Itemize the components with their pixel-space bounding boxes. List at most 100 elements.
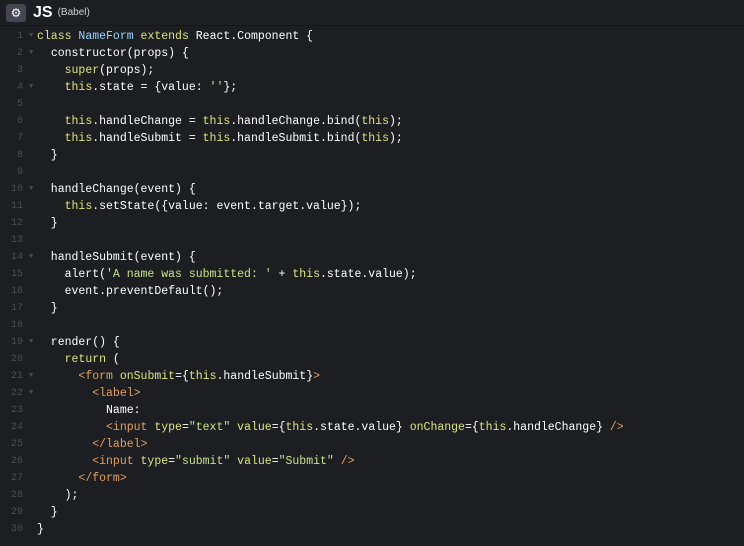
code-token: this — [478, 421, 507, 434]
code-token: '' — [209, 81, 224, 94]
code-line[interactable]: 13 — [0, 232, 744, 249]
code-token: this — [64, 132, 93, 145]
line-gutter: 5 — [0, 96, 37, 113]
code-line[interactable]: 27 </form> — [0, 470, 744, 487]
code-line[interactable]: 1 ▼ class NameForm extends React.Component… — [0, 28, 744, 45]
code-token: this — [64, 81, 93, 94]
code-line[interactable]: 24 <input type="text" value={this.state.… — [0, 419, 744, 436]
code-token: handleSubmit(event) { — [37, 251, 196, 264]
fold-arrow-icon[interactable]: ▼ — [29, 28, 33, 45]
code-line[interactable]: 18 — [0, 317, 744, 334]
code-token: handleChange(event) { — [37, 183, 196, 196]
gear-icon[interactable]: ⚙ — [6, 3, 26, 22]
code-text: </form> — [37, 470, 126, 487]
line-gutter: 20 — [0, 351, 37, 368]
fold-arrow-icon[interactable]: ▼ — [29, 385, 33, 402]
code-text: </label> — [37, 436, 147, 453]
line-gutter: 28 — [0, 487, 37, 504]
line-gutter: 11 — [0, 198, 37, 215]
code-line[interactable]: 26 <input type="submit" value="Submit" /… — [0, 453, 744, 470]
fold-arrow-icon[interactable]: ▼ — [29, 45, 33, 62]
code-line[interactable]: 6 this.handleChange = this.handleChange.… — [0, 113, 744, 130]
code-text: Name: — [37, 402, 141, 419]
code-line[interactable]: 2 ▼ constructor(props) { — [0, 45, 744, 62]
line-gutter: 1 ▼ — [0, 28, 37, 45]
code-line[interactable]: 5 — [0, 96, 744, 113]
line-gutter: 21 ▼ — [0, 368, 37, 385]
code-token: ( — [106, 353, 120, 366]
code-line[interactable]: 19 ▼ render() { — [0, 334, 744, 351]
code-token: .state = {value: — [92, 81, 210, 94]
code-token: } — [37, 523, 44, 536]
code-token: (props); — [99, 64, 155, 77]
code-token: .handleSubmit.bind( — [230, 132, 362, 145]
code-token: .handleChange.bind( — [230, 115, 362, 128]
code-token: } — [37, 149, 58, 162]
fold-arrow-icon[interactable]: ▼ — [29, 181, 33, 198]
line-gutter: 8 — [0, 147, 37, 164]
code-line[interactable]: 12 } — [0, 215, 744, 232]
code-line[interactable]: 3 super(props); — [0, 62, 744, 79]
code-line[interactable]: 11 this.setState({value: event.target.va… — [0, 198, 744, 215]
code-token: ) { — [168, 47, 189, 60]
fold-arrow-icon[interactable]: ▼ — [29, 79, 33, 96]
code-token: ); — [388, 132, 403, 145]
line-gutter: 29 — [0, 504, 37, 521]
line-gutter: 24 — [0, 419, 37, 436]
line-number: 16 — [10, 286, 23, 297]
code-line[interactable]: 25 </label> — [0, 436, 744, 453]
line-number: 3 — [16, 65, 23, 76]
code-line[interactable]: 20 return ( — [0, 351, 744, 368]
code-token: <form — [78, 370, 120, 383]
line-number: 26 — [10, 456, 23, 467]
code-token: super — [64, 64, 100, 77]
code-token: this — [361, 132, 389, 145]
code-text: super(props); — [37, 62, 155, 79]
code-token: type — [140, 455, 169, 468]
code-line[interactable]: 4 ▼ this.state = {value: ''}; — [0, 79, 744, 96]
code-line[interactable]: 8 } — [0, 147, 744, 164]
code-line[interactable]: 28 ); — [0, 487, 744, 504]
code-token: this — [202, 132, 231, 145]
code-line[interactable]: 17 } — [0, 300, 744, 317]
code-line[interactable]: 14 ▼ handleSubmit(event) { — [0, 249, 744, 266]
code-line[interactable]: 30} — [0, 521, 744, 538]
code-token: render() { — [37, 336, 120, 349]
code-token: + — [271, 268, 293, 281]
code-token: } — [37, 506, 58, 519]
code-token: .handleSubmit} — [216, 370, 314, 383]
code-token: ={ — [175, 370, 189, 383]
code-text: this.handleSubmit = this.handleSubmit.bi… — [37, 130, 403, 147]
fold-arrow-icon[interactable]: ▼ — [29, 334, 33, 351]
code-token: <input — [106, 421, 155, 434]
line-number: 1 — [16, 31, 23, 42]
code-line[interactable]: 16 event.preventDefault(); — [0, 283, 744, 300]
code-line[interactable]: 23 Name: — [0, 402, 744, 419]
line-gutter: 17 — [0, 300, 37, 317]
line-gutter: 22 ▼ — [0, 385, 37, 402]
line-number: 25 — [10, 439, 23, 450]
line-number: 22 — [10, 388, 23, 399]
code-text: render() { — [37, 334, 120, 351]
line-number: 29 — [10, 507, 23, 518]
code-line[interactable]: 21 ▼ <form onSubmit={this.handleSubmit}> — [0, 368, 744, 385]
code-line[interactable]: 10 ▼ handleChange(event) { — [0, 181, 744, 198]
code-line[interactable]: 15 alert('A name was submitted: ' + this… — [0, 266, 744, 283]
code-text: <form onSubmit={this.handleSubmit}> — [37, 368, 320, 385]
code-token: = — [271, 455, 279, 468]
code-line[interactable]: 7 this.handleSubmit = this.handleSubmit.… — [0, 130, 744, 147]
code-line[interactable]: 9 — [0, 164, 744, 181]
code-token: onSubmit — [119, 370, 176, 383]
code-token: } — [37, 302, 58, 315]
fold-arrow-icon[interactable]: ▼ — [29, 368, 33, 385]
code-token: return — [64, 353, 107, 366]
code-line[interactable]: 29 } — [0, 504, 744, 521]
code-editor[interactable]: 1 ▼ class NameForm extends React.Component… — [0, 28, 744, 546]
fold-arrow-icon[interactable]: ▼ — [29, 249, 33, 266]
code-token: this — [292, 268, 320, 281]
code-line[interactable]: 22 ▼ <label> — [0, 385, 744, 402]
code-text: this.setState({value: event.target.value… — [37, 198, 362, 215]
line-gutter: 10 ▼ — [0, 181, 37, 198]
